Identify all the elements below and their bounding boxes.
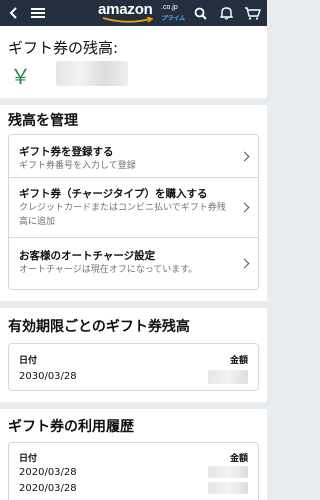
menu-icon[interactable] (30, 0, 46, 26)
history-card: 日付 金額 2020/03/28 2020/03/28 (8, 442, 259, 500)
row-label: お客様のオートチャージ設定 (19, 250, 156, 262)
logo-text: amazon (98, 1, 153, 18)
row-sub: クレジットカードまたはコンビニ払いでギフト券残高に追加 (19, 203, 226, 227)
logo-domain: .co.jp (161, 4, 178, 11)
auto-charge-settings-row[interactable]: お客様のオートチャージ設定 オートチャージは現在オフになっています。 (9, 238, 258, 290)
chevron-right-icon (239, 258, 250, 269)
date-header: 日付 (19, 356, 38, 366)
back-icon[interactable] (6, 0, 20, 26)
redeem-gift-card-row[interactable]: ギフト券を登録する ギフト券番号を入力して登録 (9, 135, 258, 177)
amount-header: 金額 (229, 356, 248, 366)
section-divider (0, 98, 267, 105)
row-label: ギフト券を登録する (19, 146, 114, 158)
history-amount-redacted (208, 482, 248, 494)
section-divider (0, 301, 267, 308)
expiry-date: 2030/03/28 (19, 371, 77, 382)
history-date: 2020/03/28 (19, 483, 77, 494)
buy-charge-gift-card-row[interactable]: ギフト券（チャージタイプ）を購入する クレジットカードまたはコンビニ払いでギフト… (9, 178, 258, 237)
bell-icon[interactable] (218, 0, 234, 26)
cart-icon[interactable] (242, 0, 262, 26)
expiry-section-title: 有効期限ごとのギフト券残高 (8, 319, 190, 335)
balance-title: ギフト券の残高: (8, 39, 119, 57)
gift-card-page: ギフト券の残高: ￥ 残高を管理 ギフト券を登録する ギフト券番号を入力して登録… (0, 26, 267, 500)
chevron-right-icon (239, 151, 250, 162)
top-nav-bar: amazon .co.jp プライム (0, 0, 267, 26)
expiry-amount-redacted (208, 370, 248, 384)
amazon-logo[interactable]: amazon .co.jp プライム (98, 1, 198, 25)
history-amount-redacted (208, 466, 248, 478)
history-section-title: ギフト券の利用履歴 (8, 419, 134, 435)
expiry-card: 日付 金額 2030/03/28 (8, 343, 259, 391)
chevron-right-icon (239, 202, 250, 213)
row-sub: ギフト券番号を入力して登録 (19, 161, 136, 171)
amount-header: 金額 (229, 454, 248, 464)
row-sub: オートチャージは現在オフになっています。 (19, 265, 198, 275)
currency-symbol: ￥ (10, 65, 31, 89)
section-divider (0, 402, 267, 409)
date-header: 日付 (19, 454, 38, 464)
logo-smile-icon (102, 17, 154, 23)
search-icon[interactable] (192, 0, 208, 26)
manage-card: ギフト券を登録する ギフト券番号を入力して登録 ギフト券（チャージタイプ）を購入… (8, 134, 259, 290)
balance-amount-redacted (56, 61, 128, 86)
row-label: ギフト券（チャージタイプ）を購入する (19, 188, 208, 200)
logo-prime: プライム (161, 15, 185, 22)
history-date: 2020/03/28 (19, 467, 77, 478)
manage-section-title: 残高を管理 (8, 113, 78, 129)
